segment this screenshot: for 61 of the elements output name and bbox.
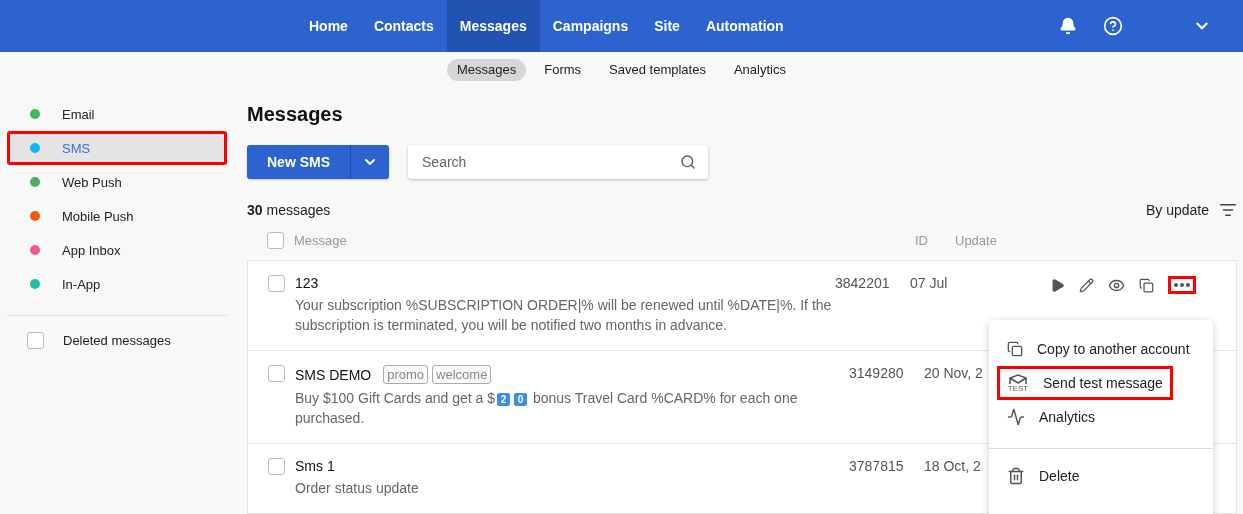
sidebar-item[interactable]: In-App (7, 267, 227, 301)
sort-icon[interactable] (1219, 201, 1237, 219)
subnav-tab[interactable]: Forms (534, 59, 592, 81)
trash-icon (1007, 467, 1025, 485)
message-text: Order status update (295, 479, 420, 498)
page-title: Messages (247, 103, 344, 126)
nav-tab[interactable]: Contacts (360, 0, 447, 52)
column-header: ID (915, 232, 929, 248)
sidebar-item[interactable]: Email (7, 97, 227, 131)
sidebar-item[interactable]: Mobile Push (7, 199, 227, 233)
help-icon[interactable] (1103, 16, 1123, 36)
id-cell-text: 3149280 (849, 365, 905, 381)
copy-icon (1007, 341, 1023, 357)
row-checkbox[interactable] (268, 275, 285, 292)
column-header: Update (955, 232, 998, 248)
row-checkbox[interactable] (268, 365, 285, 382)
search-field[interactable]: Search (420, 153, 680, 171)
more-button[interactable] (1168, 276, 1196, 294)
analytics-icon (1007, 408, 1025, 426)
subnav-tab[interactable]: Analytics (723, 59, 796, 81)
message-count: 30 messages (247, 202, 331, 218)
play-icon[interactable] (1050, 277, 1065, 293)
subnav-tab[interactable]: Saved templates (599, 59, 716, 81)
message-title[interactable]: SMS DEMO (295, 366, 372, 383)
new-sms-button[interactable]: New SMS (247, 145, 351, 179)
select-all-checkbox[interactable] (267, 231, 284, 249)
nav-tab[interactable]: Messages (446, 0, 540, 52)
search-box[interactable]: Search (408, 145, 708, 179)
sidebar-item[interactable]: Web Push (7, 165, 227, 199)
checkbox[interactable] (27, 332, 44, 349)
message-title[interactable]: Sms 1 (295, 458, 335, 474)
row-checkbox[interactable] (268, 458, 285, 475)
menu-item[interactable]: Delete (997, 459, 1205, 493)
sort-label[interactable]: By update (1145, 202, 1209, 218)
nav-tab[interactable]: Home (296, 0, 361, 52)
sidebar-item[interactable]: App Inbox (7, 233, 227, 267)
menu-item[interactable]: Analytics (997, 400, 1205, 434)
id-cell-text: 3787815 (849, 458, 905, 474)
menu-item[interactable]: TEST Send test message (997, 366, 1173, 400)
sidebar-item[interactable]: SMS (7, 131, 227, 165)
date-cell: 07 Jul (910, 275, 948, 291)
search-icon[interactable] (680, 154, 696, 170)
menu-item[interactable]: Copy to another account (997, 332, 1205, 366)
pencil-icon[interactable] (1079, 277, 1094, 293)
nav-tab[interactable]: Site (641, 0, 693, 52)
message-title[interactable]: 123 (295, 275, 319, 291)
subnav-tab[interactable]: Messages (447, 59, 527, 81)
date-cell: 20 Nov, 2 (924, 365, 983, 381)
column-header: Message (293, 232, 348, 248)
message-text: Your subscription %SUBSCRIPTION ORDER|% will be renewed until %DATE|%. If the subscription is terminated, you will be notified two months in advance. (295, 296, 833, 335)
checkbox-label: Deleted messages (63, 333, 171, 348)
id-cell-text: 3842201 (835, 275, 891, 291)
bell-icon[interactable] (1059, 17, 1077, 35)
more-icon (1174, 283, 1190, 287)
tag: promo (383, 365, 429, 384)
message-text: Buy $100 Gift Cards and get a $ 2 0 bonus Travel Card %CARD% for each one purchased. (295, 389, 799, 428)
nav-tab[interactable]: Automation (692, 0, 797, 52)
date-cell: 18 Oct, 2 (924, 458, 981, 474)
copy-icon[interactable] (1139, 277, 1154, 293)
nav-tab[interactable]: Campaigns (539, 0, 642, 52)
tag: welcome (432, 365, 492, 384)
